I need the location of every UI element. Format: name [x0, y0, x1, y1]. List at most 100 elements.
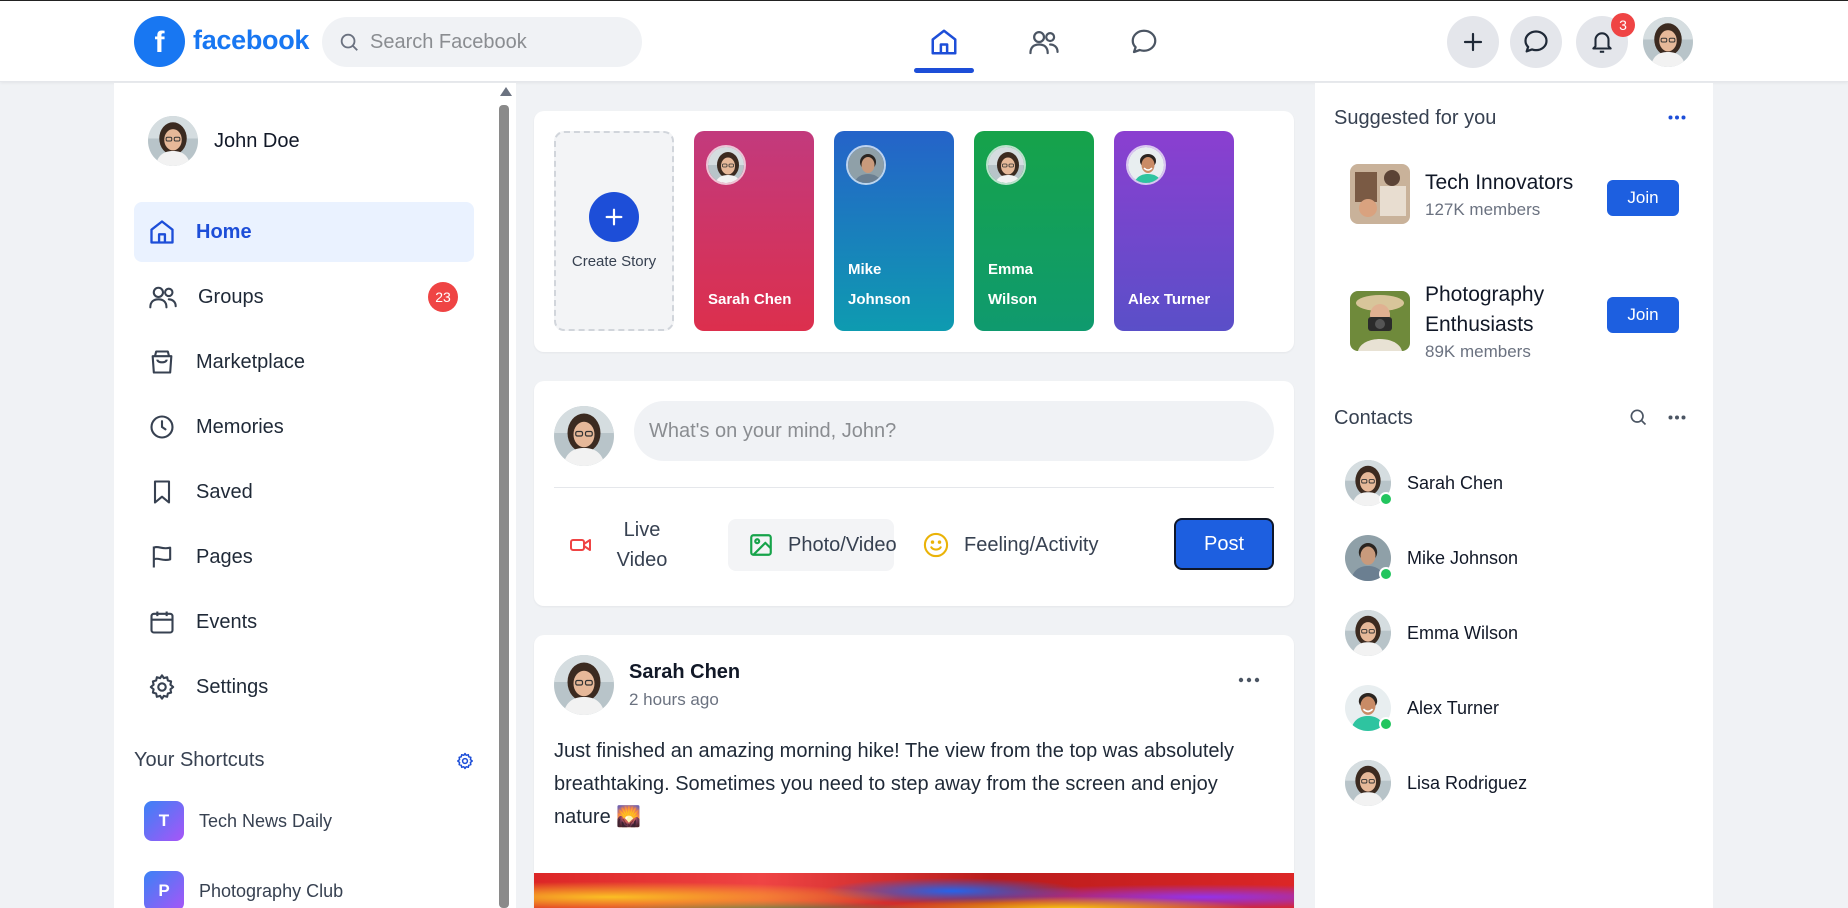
contact-item[interactable]: Alex Turner — [1345, 685, 1499, 731]
group-name: Tech Innovators — [1425, 171, 1574, 194]
suggested-group-row[interactable]: Photography Enthusiasts 89K members — [1350, 280, 1605, 362]
plus-icon — [589, 192, 639, 242]
groups-icon — [148, 283, 178, 311]
group-thumbnail — [1350, 164, 1410, 224]
sidebar-scrollbar[interactable] — [496, 83, 512, 908]
tab-messages[interactable] — [1114, 13, 1174, 71]
contact-item[interactable]: Sarah Chen — [1345, 460, 1503, 506]
shortcut-photography-club[interactable]: P Photography Club — [144, 871, 343, 908]
sidebar-item-pages[interactable]: Pages — [134, 527, 474, 587]
contacts-search-button[interactable] — [1623, 405, 1653, 429]
facebook-wordmark[interactable]: facebook — [193, 25, 309, 56]
search-bar[interactable] — [322, 17, 642, 67]
story-card[interactable]: Emma Wilson — [974, 131, 1094, 331]
sidebar-item-label: Pages — [196, 545, 253, 568]
contacts-title: Contacts — [1334, 407, 1413, 429]
groups-count-badge: 23 — [428, 282, 458, 312]
sidebar-item-events[interactable]: Events — [134, 592, 474, 652]
post-options-button[interactable] — [1234, 665, 1264, 695]
story-author: Mike Johnson — [848, 261, 911, 308]
story-card[interactable]: Alex Turner — [1114, 131, 1234, 331]
create-button[interactable] — [1447, 16, 1499, 68]
search-input[interactable] — [370, 30, 620, 54]
scroll-up-arrow-icon[interactable] — [500, 87, 512, 96]
join-group-button[interactable]: Join — [1607, 180, 1679, 216]
facebook-logo-icon[interactable]: f — [134, 16, 185, 67]
post-composer: Live Video Photo/Video Feeling/Activity … — [534, 381, 1294, 606]
contacts-more-button[interactable] — [1662, 405, 1692, 429]
profile-avatar — [148, 116, 198, 166]
profile-link[interactable]: John Doe — [148, 116, 300, 166]
post-author-name[interactable]: Sarah Chen — [629, 661, 740, 684]
scrollbar-thumb[interactable] — [499, 105, 509, 908]
create-story-label: Create Story — [571, 253, 657, 270]
contact-avatar — [1345, 535, 1393, 581]
bookmark-icon — [148, 478, 176, 506]
photo-video-button[interactable]: Photo/Video — [728, 519, 897, 571]
live-video-button[interactable]: Live Video — [569, 519, 699, 571]
contact-name: Mike Johnson — [1407, 547, 1519, 568]
messenger-button[interactable] — [1510, 16, 1562, 68]
story-avatar — [706, 145, 746, 185]
search-icon — [338, 31, 360, 53]
sidebar-item-home[interactable]: Home — [134, 202, 474, 262]
smiley-icon — [922, 531, 950, 559]
contact-item[interactable]: Mike Johnson — [1345, 535, 1518, 581]
sidebar-item-label: Home — [196, 220, 252, 243]
sidebar-item-label: Saved — [196, 480, 253, 503]
more-horizontal-icon — [1668, 115, 1686, 120]
story-author: Alex Turner — [1128, 291, 1211, 308]
contact-item[interactable]: Emma Wilson — [1345, 610, 1518, 656]
composer-avatar — [554, 406, 614, 466]
left-sidebar: John Doe Home Groups 23 Marketplace Memo… — [114, 83, 516, 908]
shortcuts-title: Your Shortcuts — [134, 749, 265, 771]
photo-video-label: Photo/Video — [788, 534, 897, 556]
contact-avatar — [1345, 460, 1393, 506]
status-input[interactable] — [634, 401, 1274, 461]
account-avatar[interactable] — [1643, 17, 1693, 67]
story-card[interactable]: Mike Johnson — [834, 131, 954, 331]
contact-name: Emma Wilson — [1407, 622, 1519, 643]
sidebar-item-groups[interactable]: Groups 23 — [134, 267, 474, 327]
clock-icon — [148, 413, 176, 441]
video-camera-icon — [569, 533, 593, 557]
post-timestamp[interactable]: 2 hours ago — [629, 690, 740, 710]
contact-item[interactable]: Lisa Rodriguez — [1345, 760, 1527, 806]
more-horizontal-icon — [1238, 677, 1260, 683]
join-group-button[interactable]: Join — [1607, 297, 1679, 333]
contact-avatar — [1345, 610, 1391, 656]
search-icon — [1628, 407, 1648, 427]
tab-friends[interactable] — [1014, 13, 1074, 71]
story-avatar — [1126, 145, 1166, 185]
create-story-card[interactable]: Create Story — [554, 131, 674, 331]
home-icon — [929, 27, 959, 57]
online-status-dot — [1379, 567, 1393, 581]
feeling-activity-label: Feeling/Activity — [964, 534, 1099, 556]
sidebar-item-memories[interactable]: Memories — [134, 397, 474, 457]
sidebar-item-saved[interactable]: Saved — [134, 462, 474, 522]
top-navigation-bar: f facebook 3 — [0, 0, 1848, 82]
post-image[interactable] — [534, 873, 1294, 908]
sidebar-item-marketplace[interactable]: Marketplace — [134, 332, 474, 392]
story-card[interactable]: Sarah Chen — [694, 131, 814, 331]
calendar-icon — [148, 608, 176, 636]
notification-count-badge: 3 — [1611, 13, 1635, 37]
story-avatar — [986, 145, 1026, 185]
shortcut-label: Photography Club — [199, 880, 344, 901]
friends-icon — [1028, 27, 1060, 57]
shortcuts-settings-icon[interactable] — [456, 752, 474, 770]
feed-post: Sarah Chen 2 hours ago Just finished an … — [534, 635, 1294, 908]
sidebar-item-settings[interactable]: Settings — [134, 657, 474, 717]
post-header: Sarah Chen 2 hours ago — [554, 655, 740, 715]
suggested-more-button[interactable] — [1662, 105, 1692, 129]
post-author-avatar[interactable] — [554, 655, 614, 715]
feeling-activity-button[interactable]: Feeling/Activity — [922, 519, 1132, 571]
shortcut-tech-news-daily[interactable]: T Tech News Daily — [144, 801, 332, 841]
post-button[interactable]: Post — [1174, 518, 1274, 570]
live-video-label: Live Video — [616, 519, 668, 571]
online-status-dot — [1379, 717, 1393, 731]
suggested-title: Suggested for you — [1334, 107, 1497, 129]
divider — [554, 487, 1274, 488]
tab-home[interactable] — [914, 13, 974, 73]
suggested-group-row[interactable]: Tech Innovators 127K members — [1350, 164, 1605, 224]
